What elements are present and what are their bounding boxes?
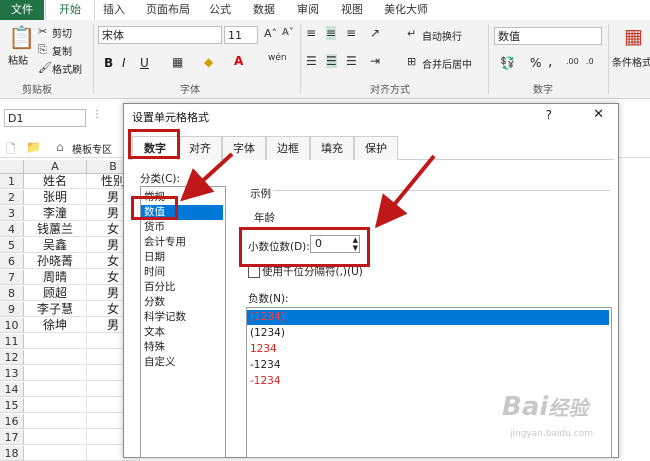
watermark-logo: Bai经验 [502, 392, 589, 422]
arrow-to-decimal [374, 154, 436, 229]
annotation-arrows [180, 152, 436, 229]
arrow-to-category [180, 152, 234, 202]
watermark-url: jingyan.baidu.com [510, 429, 594, 439]
